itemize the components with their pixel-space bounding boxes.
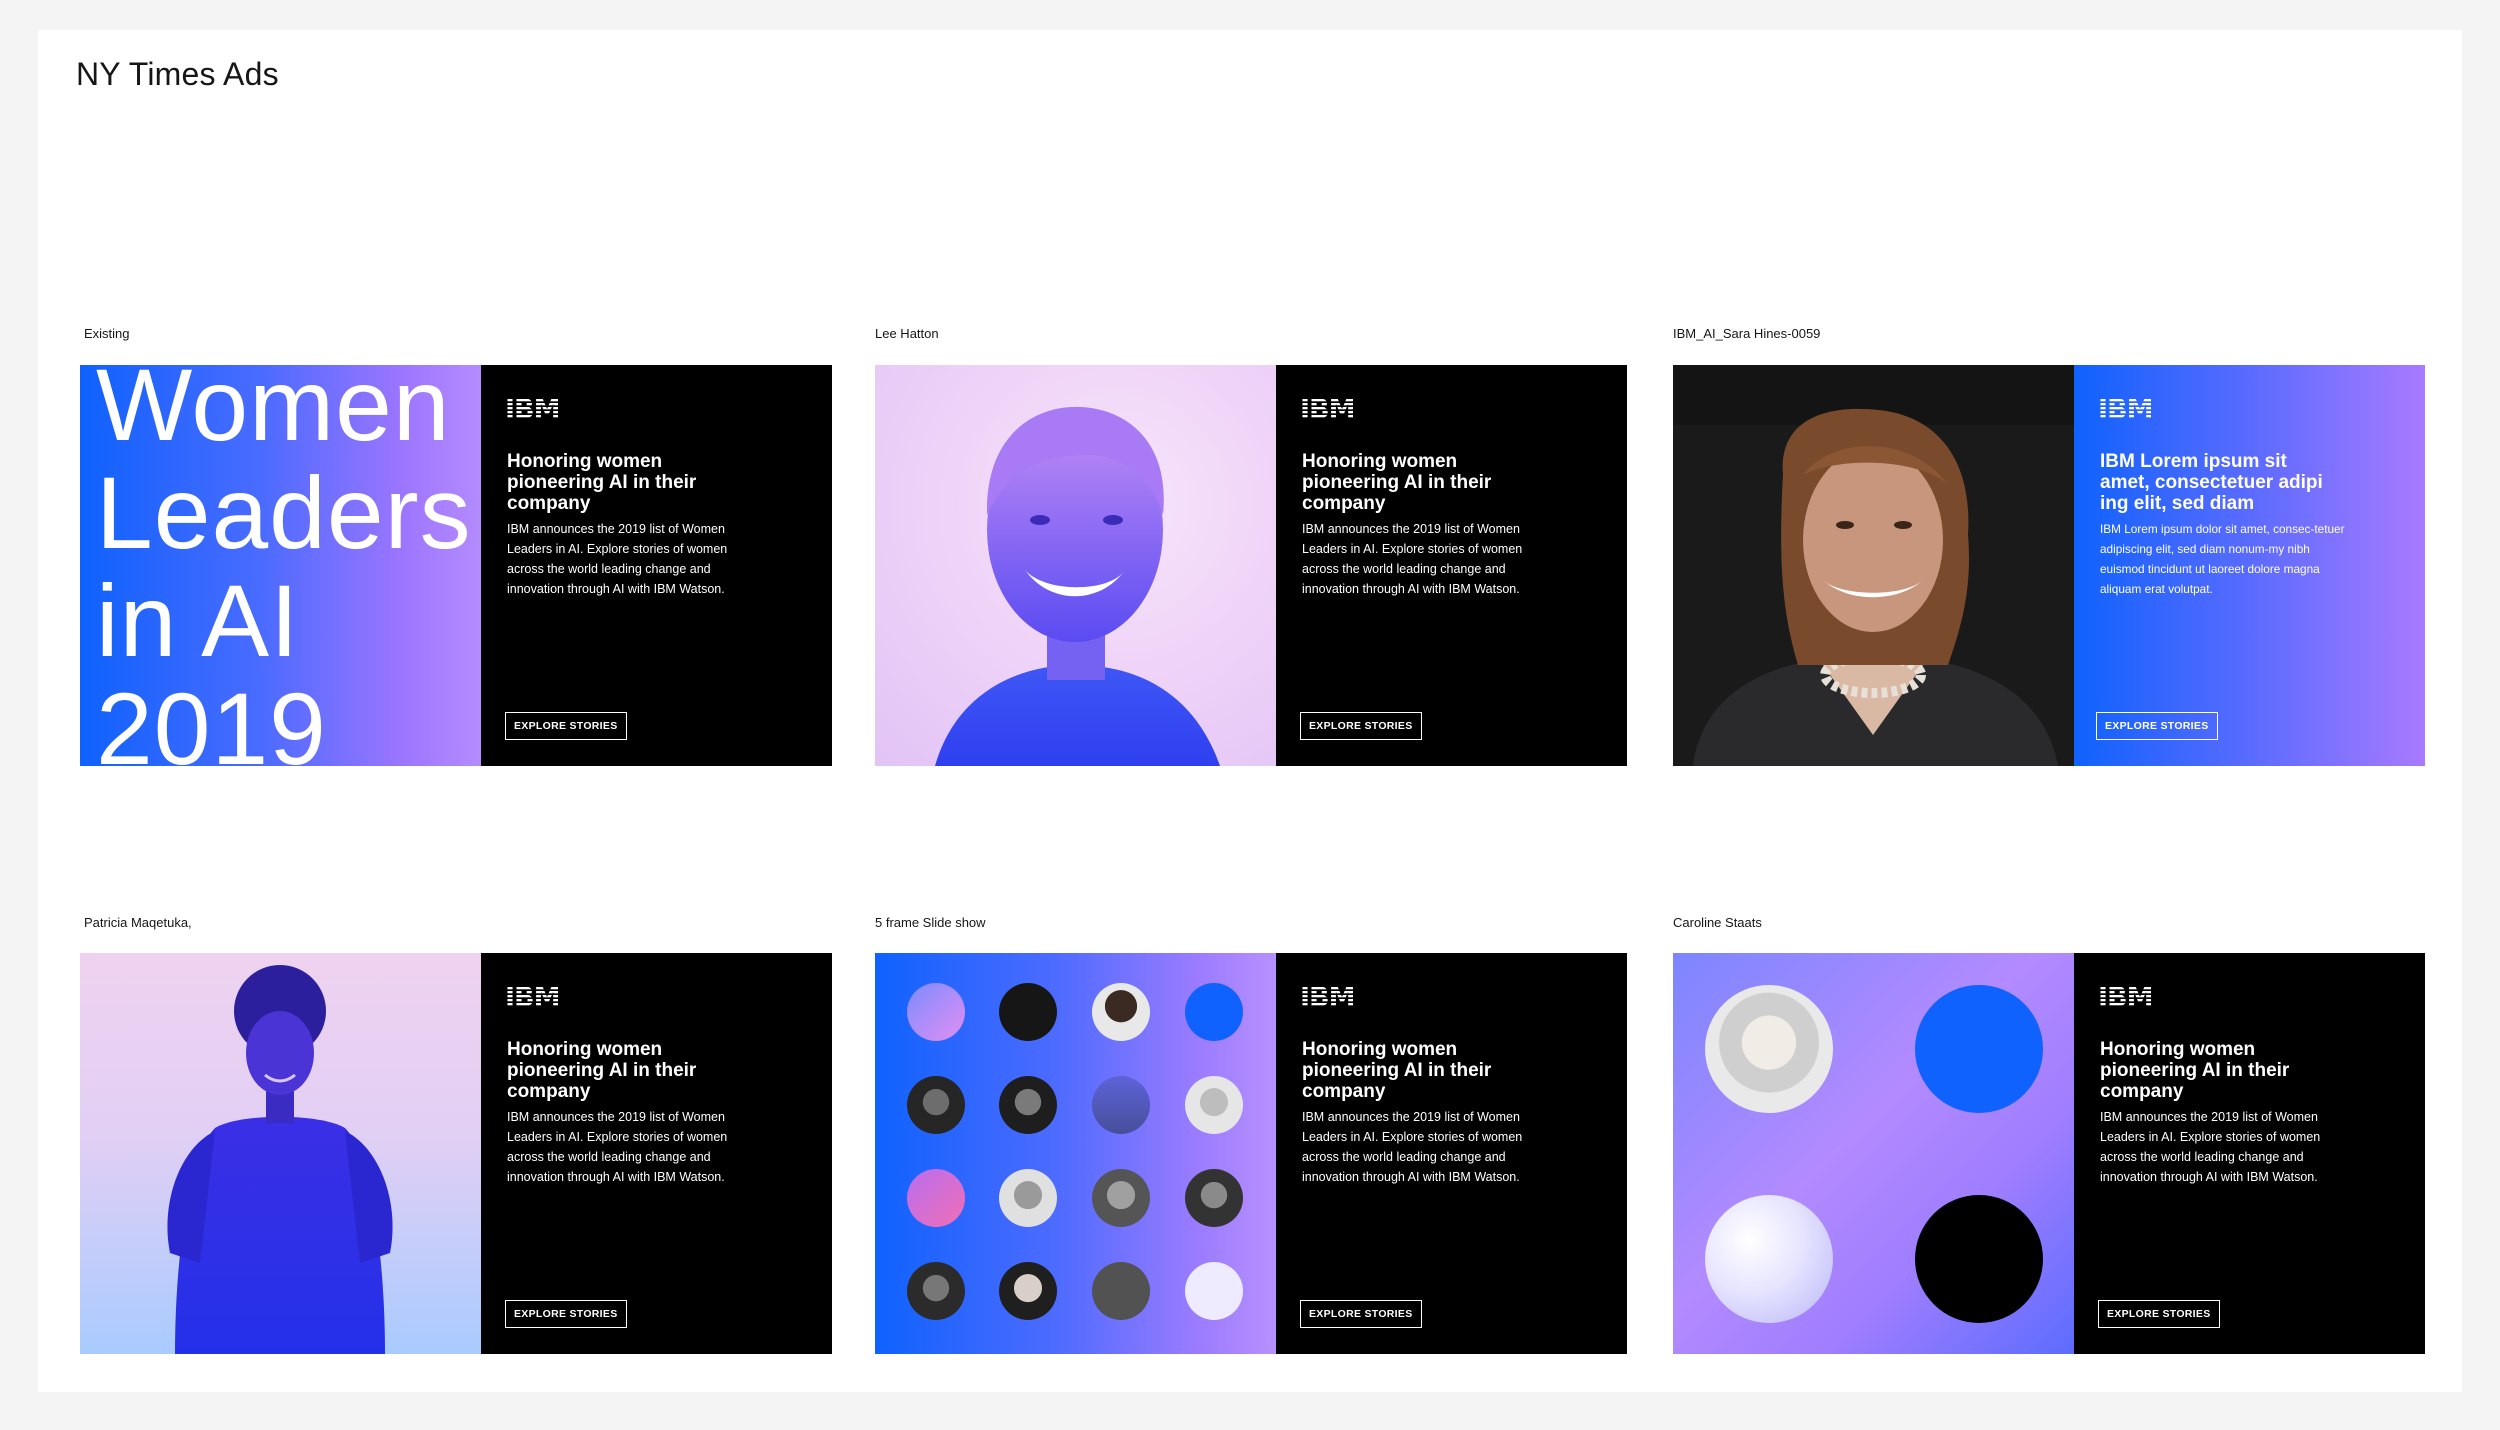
frame-label-patricia[interactable]: Patricia Maqetuka, [84, 915, 192, 930]
gray-circle [1092, 1262, 1150, 1320]
ad-headline: Honoring women pioneering AI in their co… [1302, 1039, 1492, 1102]
avatar [907, 1262, 965, 1320]
explore-stories-button[interactable]: EXPLORE STORIES [2096, 712, 2218, 740]
frame-label-lee-hatton[interactable]: Lee Hatton [875, 326, 939, 341]
ad-sara-hines[interactable]: IBM IBM Lorem ipsum sit amet, consectetu… [1673, 365, 2425, 766]
copy-panel: IBM Honoring women pioneering AI in thei… [481, 953, 832, 1354]
blue-circle [1185, 983, 1243, 1041]
ad-lee-hatton[interactable]: IBM Honoring women pioneering AI in thei… [875, 365, 1627, 766]
frame-label-caroline[interactable]: Caroline Staats [1673, 915, 1762, 930]
ad-headline: Honoring women pioneering AI in their co… [507, 451, 697, 514]
avatar [1092, 1169, 1150, 1227]
circles-panel [1673, 953, 2074, 1354]
board-title: NY Times Ads [76, 56, 279, 92]
ad-body: IBM announces the 2019 list of Women Lea… [507, 1110, 728, 1184]
explore-stories-button[interactable]: EXPLORE STORIES [1300, 712, 1422, 740]
ad-headline: Honoring women pioneering AI in their co… [507, 1039, 697, 1102]
ad-body: IBM announces the 2019 list of Women Lea… [2100, 1110, 2321, 1184]
black-circle [999, 983, 1057, 1041]
avatar [999, 1169, 1057, 1227]
portrait-lee-hatton [935, 406, 1220, 766]
ad-body: IBM announces the 2019 list of Women Lea… [1302, 1110, 1523, 1184]
ad-slideshow[interactable]: IBM Honoring women pioneering AI in thei… [875, 953, 1627, 1354]
ibm-logo-icon: IBM [2098, 395, 2154, 421]
svg-text:IBM: IBM [505, 983, 560, 1009]
avatar [999, 1076, 1057, 1134]
gradient-circle [1092, 1076, 1150, 1134]
gradient-circle [907, 983, 965, 1041]
ibm-logo-icon: IBM [2098, 983, 2154, 1009]
copy-panel: IBM Honoring women pioneering AI in thei… [2074, 953, 2425, 1354]
ad-body: IBM announces the 2019 list of Women Lea… [507, 522, 728, 596]
ibm-logo-icon: IBM [1300, 983, 1356, 1009]
ad-headline: IBM Lorem ipsum sit amet, consectetuer a… [2100, 451, 2323, 514]
ad-body: IBM announces the 2019 list of Women Lea… [1302, 522, 1523, 596]
ibm-logo-icon: IBM [1300, 395, 1356, 421]
portrait-panel [875, 365, 1276, 766]
white-gradient-circle [1705, 1195, 1833, 1323]
copy-panel: IBM Honoring women pioneering AI in thei… [1276, 365, 1627, 766]
ad-headline: Honoring women pioneering AI in their co… [1302, 451, 1492, 514]
white-circle [1185, 1262, 1243, 1320]
avatar [1185, 1169, 1243, 1227]
svg-text:IBM: IBM [1300, 395, 1355, 421]
svg-text:IBM: IBM [2098, 983, 2153, 1009]
svg-text:IBM: IBM [2098, 395, 2153, 421]
avatar [1092, 983, 1150, 1041]
copy-panel: IBM Honoring women pioneering AI in thei… [1276, 953, 1627, 1354]
frame-label-slideshow[interactable]: 5 frame Slide show [875, 915, 986, 930]
copy-panel: IBM Honoring women pioneering AI in thei… [481, 365, 832, 766]
portrait-panel [80, 953, 481, 1354]
gradient-circle [907, 1169, 965, 1227]
explore-stories-button[interactable]: EXPLORE STORIES [505, 1300, 627, 1328]
explore-stories-button[interactable]: EXPLORE STORIES [2098, 1300, 2220, 1328]
portrait-patricia [167, 965, 393, 1354]
frame-label-existing[interactable]: Existing [84, 326, 130, 341]
avatar-grid-panel [875, 953, 1276, 1354]
portrait-panel [1673, 365, 2074, 766]
hero-panel: Women Leaders in AI 2019 [80, 365, 481, 766]
ibm-logo-icon: IBM [505, 395, 561, 421]
ad-existing[interactable]: Women Leaders in AI 2019 IBM Honoring wo… [80, 365, 832, 766]
hero-headline: Women Leaders in AI 2019 [96, 365, 472, 766]
ad-patricia[interactable]: IBM Honoring women pioneering AI in thei… [80, 953, 832, 1354]
avatar [1185, 1076, 1243, 1134]
avatar-caroline [1705, 985, 1833, 1113]
ad-caroline-staats[interactable]: IBM Honoring women pioneering AI in thei… [1673, 953, 2425, 1354]
copy-panel: IBM IBM Lorem ipsum sit amet, consectetu… [2074, 365, 2425, 766]
blue-circle [1915, 985, 2043, 1113]
portrait-sara-hines [1673, 365, 2074, 766]
avatar [907, 1076, 965, 1134]
explore-stories-button[interactable]: EXPLORE STORIES [1300, 1300, 1422, 1328]
ad-body: IBM Lorem ipsum dolor sit amet, consec-t… [2100, 522, 2345, 596]
black-circle [1915, 1195, 2043, 1323]
explore-stories-button[interactable]: EXPLORE STORIES [505, 712, 627, 740]
svg-text:IBM: IBM [1300, 983, 1355, 1009]
avatar [999, 1262, 1057, 1320]
frame-label-sara-hines[interactable]: IBM_AI_Sara Hines-0059 [1673, 326, 1820, 341]
ibm-logo-icon: IBM [505, 983, 561, 1009]
svg-text:IBM: IBM [505, 395, 560, 421]
ad-headline: Honoring women pioneering AI in their co… [2100, 1039, 2290, 1102]
